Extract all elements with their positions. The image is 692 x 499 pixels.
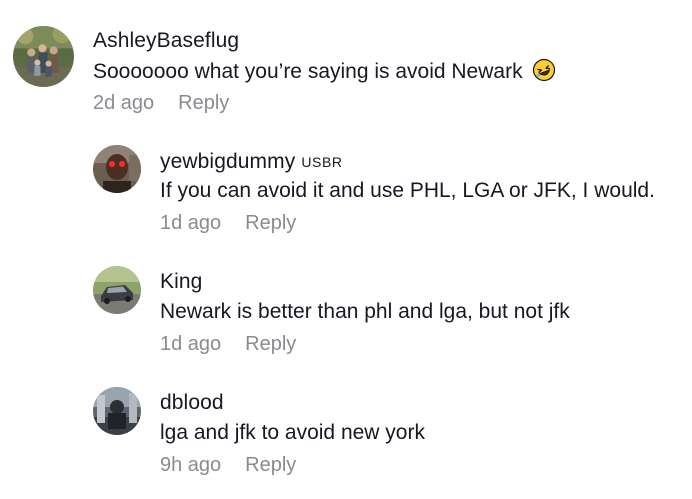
comment-text: If you can avoid it and use PHL, LGA or … xyxy=(160,179,655,203)
comment-text: Newark is better than phl and lga, but n… xyxy=(160,300,570,324)
comment-timestamp: 2d ago xyxy=(93,92,155,114)
reply-button[interactable]: Reply xyxy=(178,92,229,114)
reply-button[interactable]: Reply xyxy=(245,454,296,476)
comment-text: lga and jfk to avoid new york xyxy=(160,421,425,445)
comment-meta: 2d ago Reply xyxy=(93,92,229,115)
comment-text: Sooooooo what you’re saying is avoid New… xyxy=(93,58,556,84)
comment-meta: 9h ago Reply xyxy=(160,454,296,477)
username-label: King xyxy=(160,270,203,293)
avatar[interactable] xyxy=(93,145,141,193)
comment-username[interactable]: King xyxy=(160,270,202,294)
user-badge: USBR xyxy=(301,154,343,170)
comment-username[interactable]: yewbigdummy USBR xyxy=(160,150,343,174)
comment-username[interactable]: AshleyBaseflug xyxy=(93,29,239,53)
reply-button[interactable]: Reply xyxy=(245,333,296,355)
family-photo-avatar-image xyxy=(13,26,74,87)
comment-timestamp: 9h ago xyxy=(160,454,222,476)
avatar[interactable] xyxy=(13,26,74,87)
comment-meta: 1d ago Reply xyxy=(160,333,296,356)
comment-username[interactable]: dblood xyxy=(160,391,224,415)
comment-text-label: Sooooooo what you’re saying is avoid New… xyxy=(93,60,523,83)
comment-timestamp: 1d ago xyxy=(160,333,222,355)
reply-button[interactable]: Reply xyxy=(245,212,296,234)
comment-text-label: If you can avoid it and use PHL, LGA or … xyxy=(160,179,655,202)
comment-text-label: lga and jfk to avoid new york xyxy=(160,421,425,444)
username-label: yewbigdummy xyxy=(160,150,296,173)
avatar[interactable] xyxy=(93,387,141,435)
comment-text-label: Newark is better than phl and lga, but n… xyxy=(160,300,570,323)
person-avatar-image xyxy=(93,145,141,193)
username-label: AshleyBaseflug xyxy=(93,29,240,52)
person-avatar-image xyxy=(93,387,141,435)
comment-meta: 1d ago Reply xyxy=(160,212,296,235)
laughing-emoji-icon xyxy=(532,58,556,82)
avatar[interactable] xyxy=(93,266,141,314)
comment-timestamp: 1d ago xyxy=(160,212,222,234)
car-avatar-image xyxy=(93,266,141,314)
username-label: dblood xyxy=(160,391,224,414)
